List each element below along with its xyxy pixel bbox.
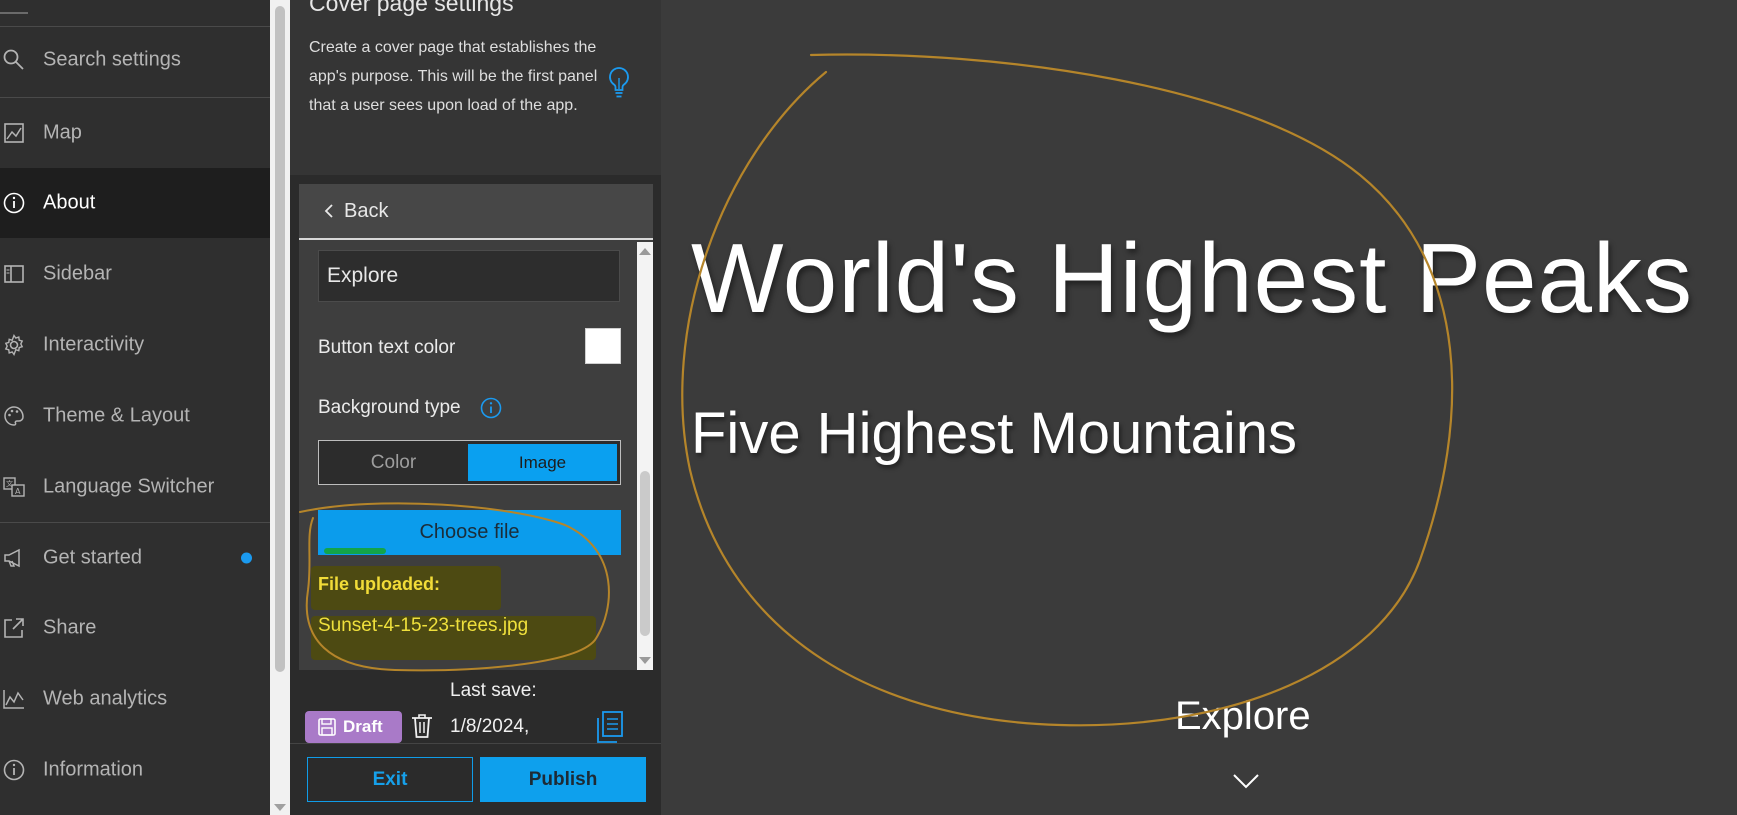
- button-text-color-label: Button text color: [318, 337, 456, 358]
- nav-item-label: Sidebar: [43, 262, 112, 285]
- analytics-icon: [3, 690, 24, 709]
- nav-item-interactivity[interactable]: Interactivity: [0, 310, 270, 380]
- scroll-down-arrow-icon[interactable]: [639, 657, 651, 664]
- nav-item-web-analytics[interactable]: Web analytics: [0, 664, 270, 734]
- search-icon: [3, 49, 24, 70]
- svg-text:A: A: [15, 487, 21, 496]
- scroll-down-arrow-icon[interactable]: [274, 804, 286, 811]
- back-button[interactable]: Back: [299, 184, 653, 240]
- chevron-left-icon: [324, 204, 333, 218]
- share-icon: [4, 618, 24, 638]
- nav-item-label: About: [43, 191, 96, 214]
- background-option-color[interactable]: Color: [319, 441, 468, 484]
- cover-title: World's Highest Peaks: [691, 223, 1693, 333]
- choose-file-label: Choose file: [419, 521, 520, 543]
- cover-page-subpanel: Back Explore Button text color Backgroun…: [299, 184, 653, 670]
- last-save-label: Last save:: [450, 680, 537, 701]
- nav-item-information[interactable]: Information: [0, 735, 270, 805]
- map-icon: [4, 122, 24, 143]
- choose-file-button[interactable]: Choose file: [318, 510, 621, 555]
- nav-item-theme-layout[interactable]: Theme & Layout: [0, 381, 270, 451]
- background-type-label: Background type: [318, 397, 461, 418]
- panel-header: Cover page settings Create a cover page …: [290, 0, 661, 175]
- draft-badge[interactable]: Draft: [305, 711, 402, 743]
- save-icon: [318, 718, 336, 736]
- megaphone-icon: [4, 548, 20, 567]
- background-option-image[interactable]: Image: [468, 444, 617, 481]
- nav-scrollbar-thumb[interactable]: [275, 6, 285, 672]
- nav-item-map[interactable]: Map: [0, 97, 270, 167]
- subpanel-scrollbar-thumb[interactable]: [640, 471, 650, 636]
- nav-item-label: Theme & Layout: [43, 404, 190, 427]
- nav-item-about[interactable]: About: [0, 168, 270, 238]
- nav-item-label: Search settings: [43, 48, 181, 71]
- gear-icon: [4, 334, 24, 356]
- lightbulb-icon[interactable]: [606, 66, 632, 100]
- draft-label: Draft: [343, 717, 383, 736]
- scroll-up-arrow-icon[interactable]: [639, 248, 651, 255]
- nav-item-search-settings[interactable]: Search settings: [0, 25, 270, 95]
- cover-page-settings-panel: Cover page settings Create a cover page …: [290, 0, 661, 815]
- subpanel-body: Explore Button text color Background typ…: [299, 242, 634, 670]
- file-uploaded-label: File uploaded:: [318, 574, 441, 594]
- svg-text:文: 文: [6, 479, 13, 488]
- nav-item-label: Web analytics: [43, 687, 168, 710]
- nav-scrollbar[interactable]: [270, 0, 290, 815]
- nav-item-label: Get started: [43, 546, 142, 568]
- nav-item-label: Map: [43, 121, 82, 143]
- button-text-input[interactable]: Explore: [318, 250, 620, 302]
- annotation-mark: [324, 548, 386, 554]
- nav-item-language-switcher[interactable]: A文 Language Switcher: [0, 452, 270, 522]
- uploaded-file-name: Sunset-4-15-23-trees.jpg: [318, 615, 529, 636]
- panel-description: Create a cover page that establishes the…: [309, 39, 598, 114]
- exit-button[interactable]: Exit: [307, 757, 473, 802]
- settings-nav: Search settings Map About Sidebar Intera…: [0, 0, 270, 815]
- chevron-down-icon[interactable]: [1232, 772, 1260, 790]
- panel-title: Cover page settings: [309, 0, 514, 16]
- palette-icon: [4, 406, 24, 426]
- panel-footer: Draft Last save: 1/8/2024, Exit Publish: [290, 676, 661, 815]
- nav-item-sidebar[interactable]: Sidebar: [0, 239, 270, 309]
- info-icon: [3, 192, 25, 214]
- nav-item-label: Interactivity: [43, 333, 145, 356]
- last-save-date: 1/8/2024,: [450, 716, 530, 737]
- trash-icon[interactable]: [411, 713, 433, 739]
- back-label: Back: [344, 199, 389, 222]
- nav-top-divider: [0, 0, 270, 27]
- translate-icon: A文: [3, 477, 25, 497]
- copy-icon[interactable]: [596, 710, 624, 744]
- sidebar-icon: [4, 265, 24, 283]
- nav-item-share[interactable]: Share: [0, 593, 270, 663]
- button-text-color-swatch[interactable]: [585, 328, 621, 364]
- subpanel-scrollbar[interactable]: [637, 242, 653, 670]
- cover-subtitle: Five Highest Mountains: [691, 401, 1298, 466]
- info-icon: [3, 759, 25, 781]
- nav-item-label: Language Switcher: [43, 475, 215, 498]
- cover-page-preview: World's Highest Peaks Five Highest Mount…: [661, 0, 1737, 815]
- background-type-toggle: Color Image: [318, 440, 621, 485]
- info-icon[interactable]: [480, 397, 502, 419]
- publish-button[interactable]: Publish: [480, 757, 646, 802]
- cover-explore-button[interactable]: Explore: [1175, 694, 1311, 739]
- nav-item-get-started[interactable]: Get started: [0, 522, 270, 592]
- footer-divider: [290, 743, 661, 744]
- nav-item-label: Share: [43, 616, 97, 639]
- notification-dot: [241, 552, 252, 563]
- nav-item-label: Information: [43, 758, 144, 781]
